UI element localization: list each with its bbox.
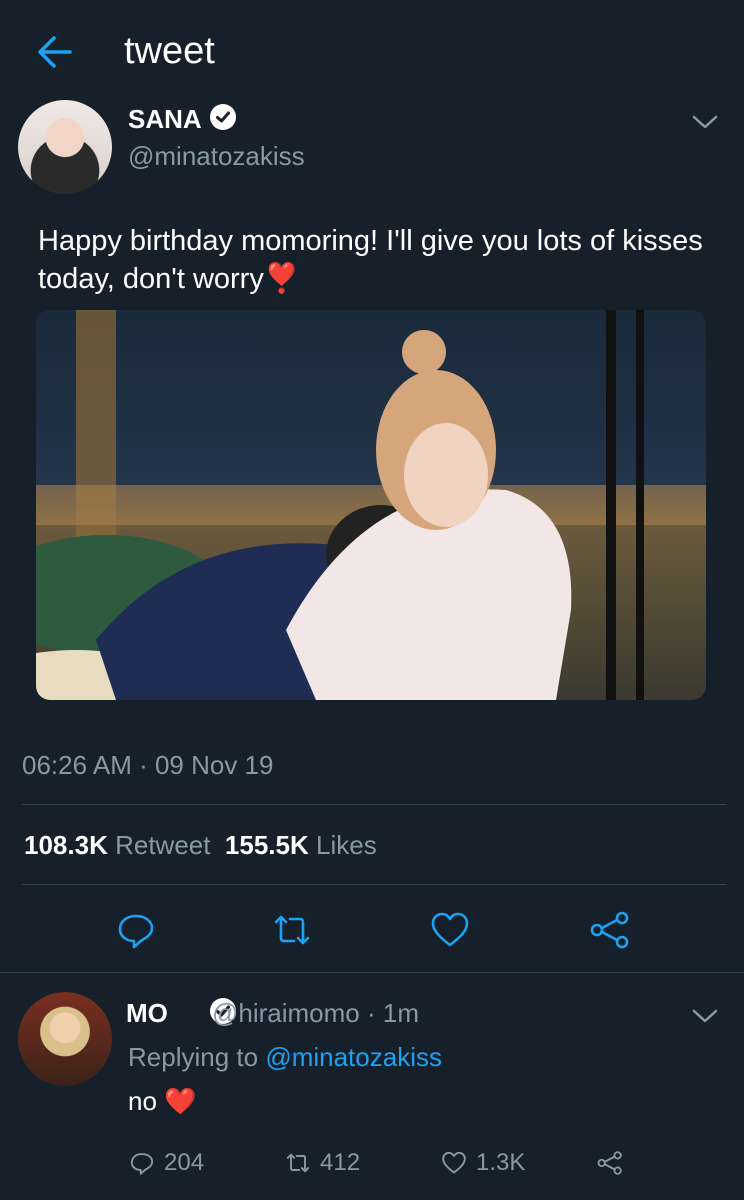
photo-illustration bbox=[36, 310, 706, 700]
red-heart-emoji: ❤️ bbox=[164, 1086, 197, 1116]
reply-text: no ❤️ bbox=[128, 1086, 197, 1117]
reply-author-handle[interactable]: @hiraimomo bbox=[212, 998, 360, 1028]
reply-count: 204 bbox=[164, 1149, 205, 1176]
heart-exclamation-emoji: ❣️ bbox=[263, 263, 300, 295]
divider bbox=[22, 804, 726, 805]
reply-icon bbox=[130, 1153, 154, 1175]
avatar[interactable] bbox=[18, 100, 112, 194]
replying-prefix: Replying to bbox=[128, 1042, 259, 1072]
retweet-icon bbox=[286, 1153, 310, 1173]
reply-share-button[interactable] bbox=[596, 1148, 624, 1178]
page-title: tweet bbox=[124, 30, 215, 72]
share-icon bbox=[597, 1151, 622, 1175]
reply-retweet-button[interactable]: 412 bbox=[284, 1148, 360, 1178]
reply-meta: @hiraimomo · 1m bbox=[212, 998, 419, 1029]
heart-icon bbox=[442, 1151, 466, 1174]
top-bar: tweet bbox=[0, 0, 744, 100]
avatar[interactable] bbox=[18, 992, 112, 1086]
retweet-count: 412 bbox=[320, 1149, 361, 1176]
divider bbox=[22, 884, 726, 885]
reply-body: no bbox=[128, 1086, 157, 1116]
reply-author-name[interactable]: MO bbox=[126, 998, 168, 1029]
share-icon[interactable] bbox=[588, 908, 632, 952]
chevron-down-icon[interactable] bbox=[690, 110, 720, 134]
reply-icon[interactable] bbox=[114, 908, 158, 952]
heart-icon[interactable] bbox=[428, 908, 472, 952]
tweet-body: Happy birthday momoring! I'll give you l… bbox=[38, 225, 703, 295]
replying-handle-link[interactable]: @minatozakiss bbox=[265, 1042, 442, 1072]
tweet-timestamp: 06:26 AM · 09 Nov 19 bbox=[22, 750, 274, 780]
retweet-icon[interactable] bbox=[270, 908, 314, 952]
reply-like-button[interactable]: 1.3K bbox=[440, 1148, 525, 1178]
like-count[interactable]: 155.5K bbox=[225, 830, 309, 860]
author-name[interactable]: SANA bbox=[128, 104, 202, 135]
like-label[interactable]: Likes bbox=[316, 830, 377, 860]
author-handle[interactable]: @minatozakiss bbox=[128, 141, 305, 172]
verified-badge-icon bbox=[210, 104, 236, 130]
retweet-count[interactable]: 108.3K bbox=[24, 830, 108, 860]
chevron-down-icon[interactable] bbox=[690, 1004, 720, 1028]
tweet-stats: 108.3K Retweet 155.5K Likes bbox=[24, 830, 377, 861]
divider bbox=[0, 972, 744, 973]
tweet-text: Happy birthday momoring! I'll give you l… bbox=[38, 222, 718, 298]
back-arrow-icon[interactable] bbox=[34, 34, 74, 70]
tweet-photo[interactable] bbox=[36, 310, 706, 700]
replying-to: Replying to @minatozakiss bbox=[128, 1042, 442, 1073]
like-count: 1.3K bbox=[476, 1149, 526, 1176]
reply-reply-button[interactable]: 204 bbox=[128, 1148, 204, 1178]
reply-time: · 1m bbox=[367, 998, 419, 1028]
retweet-label[interactable]: Retweet bbox=[115, 830, 210, 860]
